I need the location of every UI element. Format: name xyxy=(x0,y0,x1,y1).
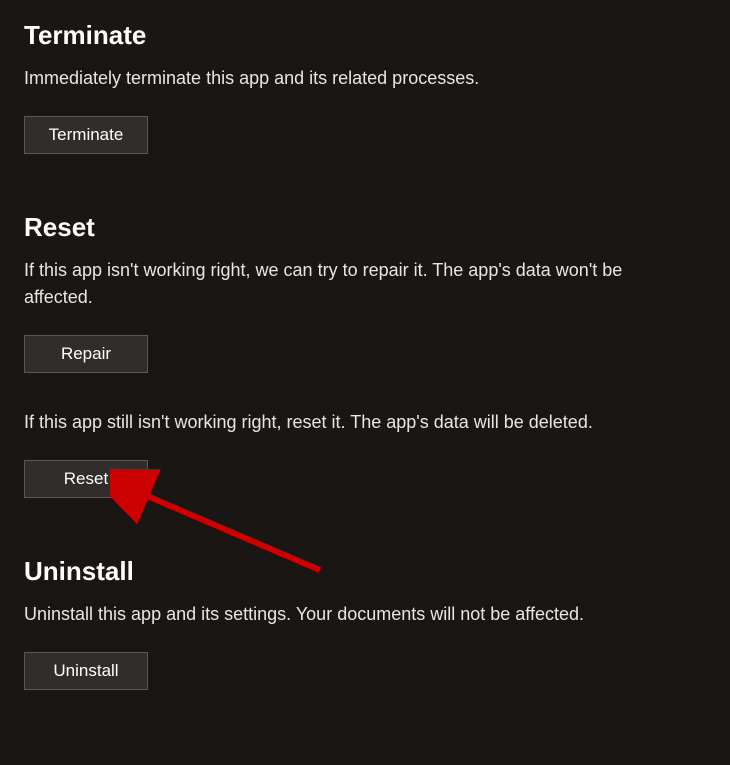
uninstall-button[interactable]: Uninstall xyxy=(24,652,148,690)
repair-subsection: If this app isn't working right, we can … xyxy=(24,257,706,373)
reset-section: Reset If this app isn't working right, w… xyxy=(24,212,706,498)
terminate-description: Immediately terminate this app and its r… xyxy=(24,65,694,92)
reset-subsection: If this app still isn't working right, r… xyxy=(24,409,706,498)
uninstall-description: Uninstall this app and its settings. You… xyxy=(24,601,694,628)
uninstall-section: Uninstall Uninstall this app and its set… xyxy=(24,556,706,690)
terminate-heading: Terminate xyxy=(24,20,706,51)
reset-heading: Reset xyxy=(24,212,706,243)
reset-button[interactable]: Reset xyxy=(24,460,148,498)
reset-description: If this app still isn't working right, r… xyxy=(24,409,694,436)
terminate-section: Terminate Immediately terminate this app… xyxy=(24,20,706,154)
uninstall-heading: Uninstall xyxy=(24,556,706,587)
repair-description: If this app isn't working right, we can … xyxy=(24,257,694,311)
terminate-button[interactable]: Terminate xyxy=(24,116,148,154)
repair-button[interactable]: Repair xyxy=(24,335,148,373)
